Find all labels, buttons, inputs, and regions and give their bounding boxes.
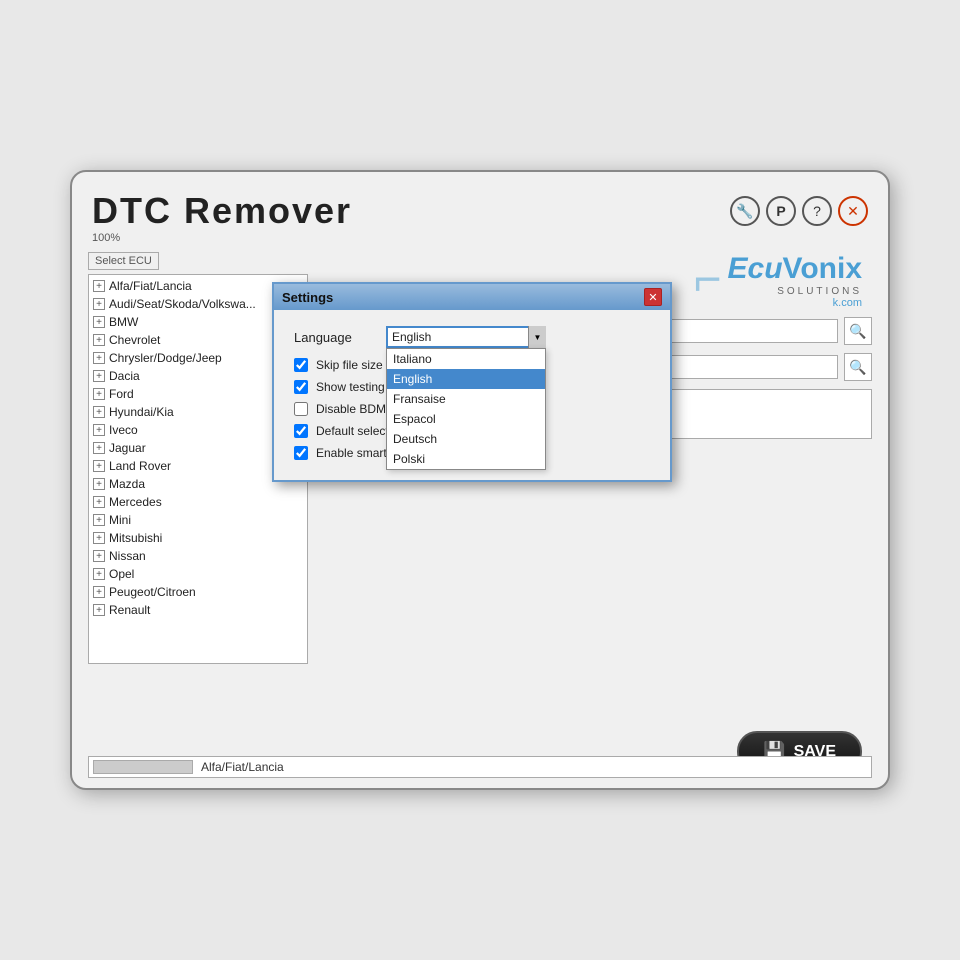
checkbox-input-smart_code[interactable] — [294, 446, 308, 460]
language-option[interactable]: Deutsch — [387, 429, 545, 449]
main-window: DTC Remover 100% 🔧 P ? ✕ Select ECU +Alf… — [70, 170, 890, 790]
language-dropdown-arrow[interactable]: ▼ — [528, 326, 546, 348]
language-option[interactable]: Polski — [387, 449, 545, 469]
checkbox-input-skip_file_size[interactable] — [294, 358, 308, 372]
dialog-content: Language English ▼ ItalianoEnglishFransa… — [274, 310, 670, 480]
language-option[interactable]: Espacol — [387, 409, 545, 429]
checkbox-input-disable_bdm[interactable] — [294, 402, 308, 416]
dialog-close-button[interactable]: ✕ — [644, 288, 662, 306]
dialog-title-text: Settings — [282, 290, 333, 305]
language-row: Language English ▼ ItalianoEnglishFransa… — [294, 326, 650, 348]
checkbox-input-default_remove[interactable] — [294, 424, 308, 438]
language-selected-display[interactable]: English — [386, 326, 546, 348]
language-dropdown-list: ItalianoEnglishFransaiseEspacolDeutschPo… — [386, 348, 546, 470]
dialog-overlay: Settings ✕ Language English ▼ ItalianoEn… — [72, 172, 888, 788]
checkbox-input-show_testing[interactable] — [294, 380, 308, 394]
language-option[interactable]: English — [387, 369, 545, 389]
language-option[interactable]: Fransaise — [387, 389, 545, 409]
language-select-wrapper: English ▼ ItalianoEnglishFransaiseEspaco… — [386, 326, 546, 348]
language-selected-text: English — [392, 330, 431, 344]
language-option[interactable]: Italiano — [387, 349, 545, 369]
language-label: Language — [294, 330, 374, 345]
settings-dialog: Settings ✕ Language English ▼ ItalianoEn… — [272, 282, 672, 482]
dialog-title-bar: Settings ✕ — [274, 284, 670, 310]
